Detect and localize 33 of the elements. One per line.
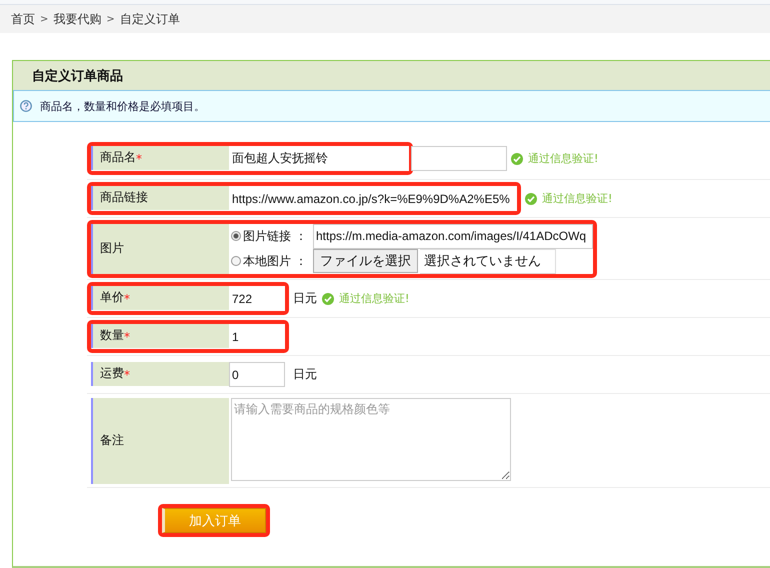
radio-button[interactable] [231,256,241,266]
breadcrumb-link[interactable]: 首页 [11,10,35,28]
input-field[interactable]: 面包超人安抚摇铃 [229,146,409,171]
file-button[interactable]: ファイルを選択 [313,249,418,273]
info-text: 商品名，数量和价格是必填项目。 [40,98,205,114]
breadcrumb-separator: > [106,14,115,24]
breadcrumb-link[interactable]: 我要代购 [53,10,102,28]
field-label: 运费* [91,362,229,386]
check-icon [322,292,334,304]
field-label: 图片 [91,224,229,274]
help-icon [20,100,32,112]
input-field[interactable]: 0 [229,362,285,387]
check-icon [511,152,523,164]
field-label: 商品名* [91,146,229,170]
validation-message: 通过信息验证! [339,291,410,306]
option-label: 图片链接 ： [243,228,308,244]
field-label: 数量* [91,324,229,348]
unit-label: 日元 [293,290,317,307]
radio-button[interactable] [231,231,241,241]
breadcrumb-separator: > [40,14,48,24]
option-label: 本地图片 ： [243,252,308,270]
field-label: 商品链接 [91,186,229,210]
validation-message: 通过信息验证! [542,191,612,206]
input-field[interactable]: https://m.media-amazon.com/images/I/41ADcOWq [313,224,593,248]
unit-label: 日元 [293,366,317,383]
file-status: 選択されていません [420,248,556,274]
breadcrumb-link[interactable]: 自定义订单 [120,10,180,28]
validation-message: 通过信息验证! [528,151,598,166]
check-icon [525,192,537,204]
note-field[interactable]: 请输入需要商品的规格颜色等 [231,398,511,480]
field-label: 单价* [91,286,229,310]
panel-title: 自定义订单商品 [13,61,770,90]
field-label: 备注 [91,398,229,484]
